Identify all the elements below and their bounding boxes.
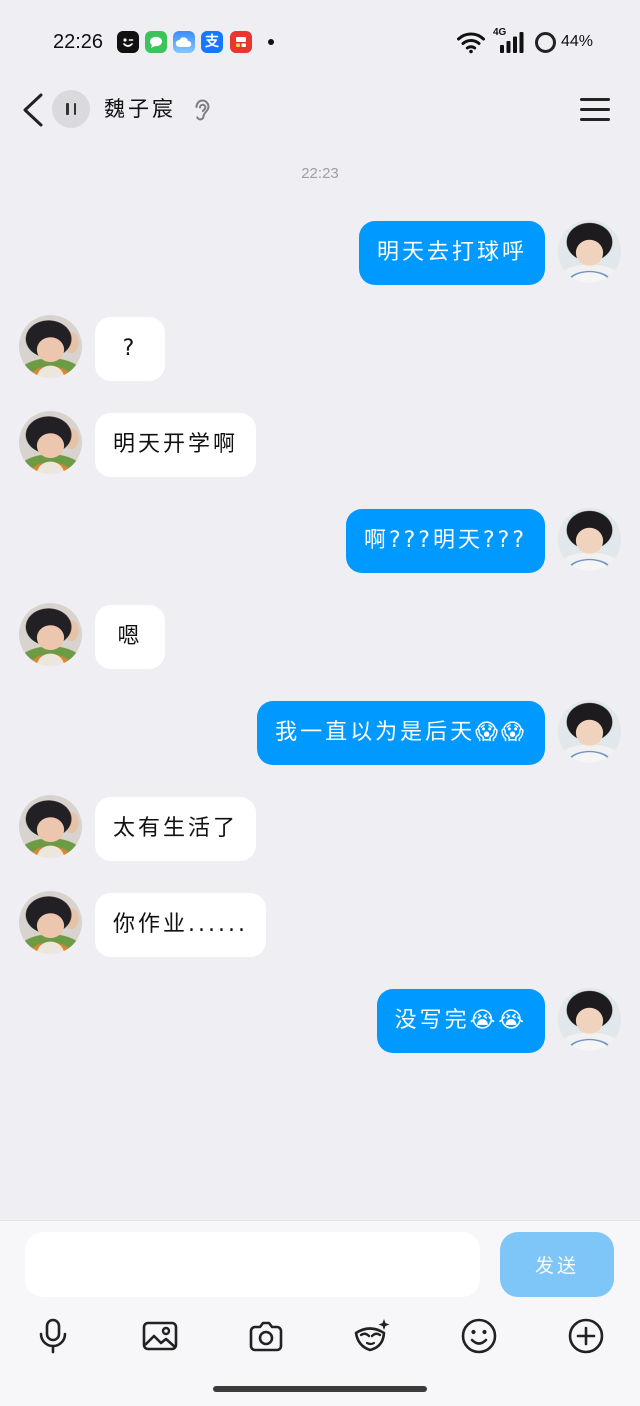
send-button[interactable]: 发送 xyxy=(500,1232,614,1297)
ear-icon xyxy=(193,97,211,123)
back-button[interactable] xyxy=(22,93,44,127)
sent-message-bubble[interactable]: 我一直以为是后天😱😱 xyxy=(257,701,545,765)
microphone-icon[interactable] xyxy=(34,1317,72,1355)
message-row: 没写完😭😭 xyxy=(0,988,640,1053)
message-input[interactable] xyxy=(25,1232,480,1297)
contact-avatar[interactable] xyxy=(19,315,82,378)
cellular-signal-icon xyxy=(500,32,524,53)
message-row: 你作业...... xyxy=(0,891,640,957)
plus-circle-icon[interactable] xyxy=(567,1317,605,1355)
home-indicator[interactable] xyxy=(213,1386,427,1392)
message-row: 啊???明天??? xyxy=(0,508,640,573)
battery-percentage: 44% xyxy=(561,33,594,50)
camera-icon[interactable] xyxy=(247,1317,285,1355)
message-list: 明天去打球呼 ? 明天开学啊 啊???明天??? 嗯 我一直以为是后天😱😱 太有… xyxy=(0,220,640,1053)
messages-icon xyxy=(145,31,167,53)
chat-timestamp: 22:23 xyxy=(301,165,339,182)
weather-icon xyxy=(173,31,195,53)
received-message-bubble[interactable]: ? xyxy=(95,317,165,381)
message-row: 我一直以为是后天😱😱 xyxy=(0,700,640,765)
contact-name[interactable]: 魏子宸 xyxy=(104,94,176,124)
message-row: 太有生活了 xyxy=(0,795,640,861)
more-notifications-dot xyxy=(268,39,274,45)
received-message-bubble[interactable]: 太有生活了 xyxy=(95,797,257,861)
chat-screen: 22:26 支 4G 44% 魏子宸 22:23 明天去打球呼 ? 明天开学啊 … xyxy=(0,0,640,1406)
alipay-icon: 支 xyxy=(201,31,223,53)
media-indicator-button[interactable] xyxy=(52,90,90,128)
received-message-bubble[interactable]: 明天开学啊 xyxy=(95,413,257,477)
mask-sticker-icon[interactable] xyxy=(353,1317,391,1355)
emoji-icon[interactable] xyxy=(460,1317,498,1355)
message-row: 明天开学啊 xyxy=(0,411,640,477)
hamburger-menu-icon[interactable] xyxy=(580,97,610,123)
shopping-app-icon xyxy=(230,31,252,53)
my-avatar[interactable] xyxy=(558,700,621,763)
message-row: 明天去打球呼 xyxy=(0,220,640,285)
message-row: ? xyxy=(0,315,640,381)
my-avatar[interactable] xyxy=(558,508,621,571)
sent-message-bubble[interactable]: 明天去打球呼 xyxy=(358,221,545,285)
contact-avatar[interactable] xyxy=(19,603,82,666)
received-message-bubble[interactable]: 嗯 xyxy=(95,605,165,669)
battery-icon xyxy=(535,32,556,53)
image-icon[interactable] xyxy=(141,1317,179,1355)
pause-icon xyxy=(66,103,69,115)
status-time: 22:26 xyxy=(53,31,104,53)
received-message-bubble[interactable]: 你作业...... xyxy=(95,893,266,957)
chevron-left-icon xyxy=(23,93,43,127)
wifi-icon xyxy=(456,30,486,54)
sent-message-bubble[interactable]: 没写完😭😭 xyxy=(376,989,545,1053)
contact-avatar[interactable] xyxy=(19,891,82,954)
pause-icon xyxy=(73,103,76,115)
my-avatar[interactable] xyxy=(558,988,621,1051)
contact-avatar[interactable] xyxy=(19,411,82,474)
my-avatar[interactable] xyxy=(558,220,621,283)
contact-avatar[interactable] xyxy=(19,795,82,858)
app-notification-icon xyxy=(117,31,139,53)
message-row: 嗯 xyxy=(0,603,640,669)
sent-message-bubble[interactable]: 啊???明天??? xyxy=(345,509,545,573)
